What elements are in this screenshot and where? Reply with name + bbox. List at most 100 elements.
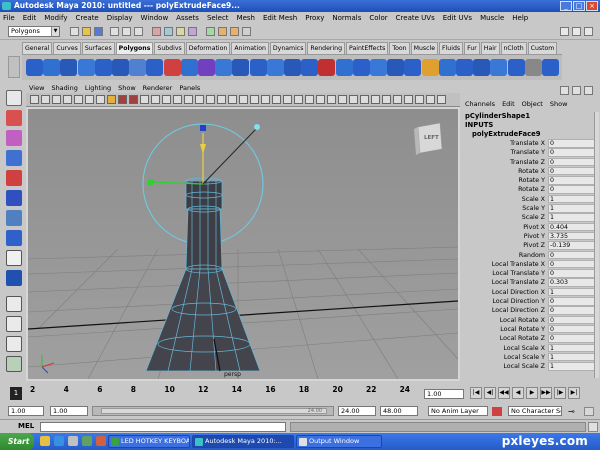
menu-window[interactable]: Window [141,12,169,24]
single-perspective-layout-icon[interactable] [6,296,22,312]
scale-tool-icon[interactable] [6,190,22,206]
shelf-tab-ncloth[interactable]: nCloth [500,42,527,54]
shelf-tool-28-icon[interactable] [490,59,508,76]
attribute-value-field[interactable]: 0 [548,157,596,167]
minimize-button[interactable]: _ [560,1,572,11]
attribute-label[interactable]: Local Scale Y [504,353,545,362]
menu-assets[interactable]: Assets [176,12,199,24]
channel-menu-show[interactable]: Show [550,98,568,110]
attribute-value-field[interactable]: 0 [548,334,596,343]
shelf-tool-17-icon[interactable] [301,59,319,76]
attribute-value-field[interactable]: 1 [548,352,596,362]
time-slider[interactable]: 2 4 6 8 10 12 14 16 18 20 22 24 [26,383,420,403]
panel-tool-34-icon[interactable] [393,95,402,104]
panel-tool-8-icon[interactable] [107,95,116,104]
attribute-value-field[interactable]: 0 [548,185,596,194]
panel-tool-7-icon[interactable] [96,95,105,104]
select-hierarchy-icon[interactable] [110,27,119,36]
attribute-label[interactable]: Scale X [522,195,545,204]
attribute-row[interactable]: Local Direction Y0 [462,297,598,306]
panel-menu-show[interactable]: Show [118,83,136,93]
open-scene-icon[interactable] [82,27,91,36]
channel-box-scrollbar[interactable] [594,112,599,378]
attribute-row[interactable]: Local Translate Z 0.303 [462,278,598,287]
attribute-label[interactable]: Translate Y [511,148,545,157]
attribute-label[interactable]: Local Translate Y [492,269,545,278]
shelf-tab-fur[interactable]: Fur [464,42,480,54]
paint-select-tool-icon[interactable] [6,130,22,146]
input-node-name[interactable]: polyExtrudeFace9 [462,130,598,139]
menu-proxy[interactable]: Proxy [305,12,324,24]
attribute-label[interactable]: Local Direction Z [492,306,545,315]
shelf-tab-general[interactable]: General [22,42,53,54]
attribute-label[interactable]: Local Direction Y [492,297,545,306]
attribute-row[interactable]: Local Scale Z1 [462,362,598,371]
perspective-viewport[interactable]: LEFT persp [26,107,460,381]
shelf-tab-polygons[interactable]: Polygons [115,42,154,54]
anim-layer-icon[interactable] [492,407,502,416]
shelf-tool-22-icon[interactable] [387,59,405,76]
attribute-value-field[interactable]: 1 [548,194,596,204]
go-to-start-button[interactable]: |◀ [470,387,482,399]
go-to-end-button[interactable]: ▶| [568,387,580,399]
shelf-tool-24-icon[interactable] [421,59,439,76]
attribute-value-field[interactable]: 1 [548,287,596,297]
attribute-value-field[interactable]: 0 [548,250,596,260]
rotate-tool-icon[interactable] [6,170,22,186]
shelf-tab-custom[interactable]: Custom [527,42,558,54]
shelf-tool-7-icon[interactable] [129,59,147,76]
soft-mod-tool-icon[interactable] [6,230,22,246]
attribute-label[interactable]: Local Rotate Y [500,325,545,334]
shelf-tool-10-icon[interactable] [180,59,198,76]
attribute-value-field[interactable]: 0 [548,297,596,306]
menu-normals[interactable]: Normals [332,12,361,24]
attribute-label[interactable]: Rotate Z [518,185,545,194]
panel-tool-6-icon[interactable] [85,95,94,104]
panel-tool-4-icon[interactable] [63,95,72,104]
ipr-render-icon[interactable] [230,27,239,36]
attribute-value-field[interactable]: 1 [548,362,596,371]
render-icon[interactable] [218,27,227,36]
attribute-row[interactable]: Pivot X 0.404 [462,222,598,232]
panel-tool-10-icon[interactable] [129,95,138,104]
panel-tool-33-icon[interactable] [382,95,391,104]
layer-editor-icon[interactable] [572,86,581,95]
attribute-label[interactable]: Rotate Y [519,176,545,185]
menu-display[interactable]: Display [107,12,133,24]
panel-tool-31-icon[interactable] [360,95,369,104]
panel-tool-30-icon[interactable] [349,95,358,104]
attribute-label[interactable]: Pivot Y [524,232,545,241]
shelf-tab-hair[interactable]: Hair [480,42,500,54]
menu-file[interactable]: File [3,12,15,24]
attribute-value-field[interactable]: 0 [548,139,596,148]
panel-tool-32-icon[interactable] [371,95,380,104]
menu-color[interactable]: Color [369,12,387,24]
taskbar-task-2[interactable]: Autodesk Maya 2010:... [192,435,294,448]
attribute-label[interactable]: Local Translate Z [492,278,545,287]
play-forward-button[interactable]: ▶ [526,387,538,399]
last-used-tool-icon[interactable] [6,250,22,266]
play-backward-button[interactable]: ◀ [512,387,524,399]
shelf-tool-6-icon[interactable] [112,59,129,76]
quick-launch-desktop-icon[interactable] [68,436,78,446]
panel-tool-15-icon[interactable] [184,95,193,104]
shelf-tab-dynamics[interactable]: Dynamics [269,42,307,54]
save-scene-icon[interactable] [94,27,103,36]
key-icon[interactable]: ⊸ [568,407,580,416]
animation-end-field[interactable]: 48.00 [380,406,418,416]
snap-curve-icon[interactable] [164,27,173,36]
channel-menu-edit[interactable]: Edit [502,98,515,110]
menu-edit-mesh[interactable]: Edit Mesh [263,12,297,24]
attribute-value-field[interactable]: 0 [548,176,596,185]
attribute-value-field[interactable]: 0 [548,269,596,278]
shape-node-name[interactable]: pCylinderShape1 [462,112,598,121]
panel-tool-12-icon[interactable] [151,95,160,104]
panel-menu-shading[interactable]: Shading [51,83,77,93]
attribute-row[interactable]: Local Rotate X0 [462,315,598,325]
shelf-tool-13-icon[interactable] [232,59,250,76]
script-editor-icon[interactable] [588,422,598,432]
menu-modify[interactable]: Modify [44,12,67,24]
show-manipulator-icon[interactable] [6,270,22,286]
attribute-label[interactable]: Local Direction X [492,288,545,297]
show-attribute-editor-icon[interactable] [560,27,569,36]
